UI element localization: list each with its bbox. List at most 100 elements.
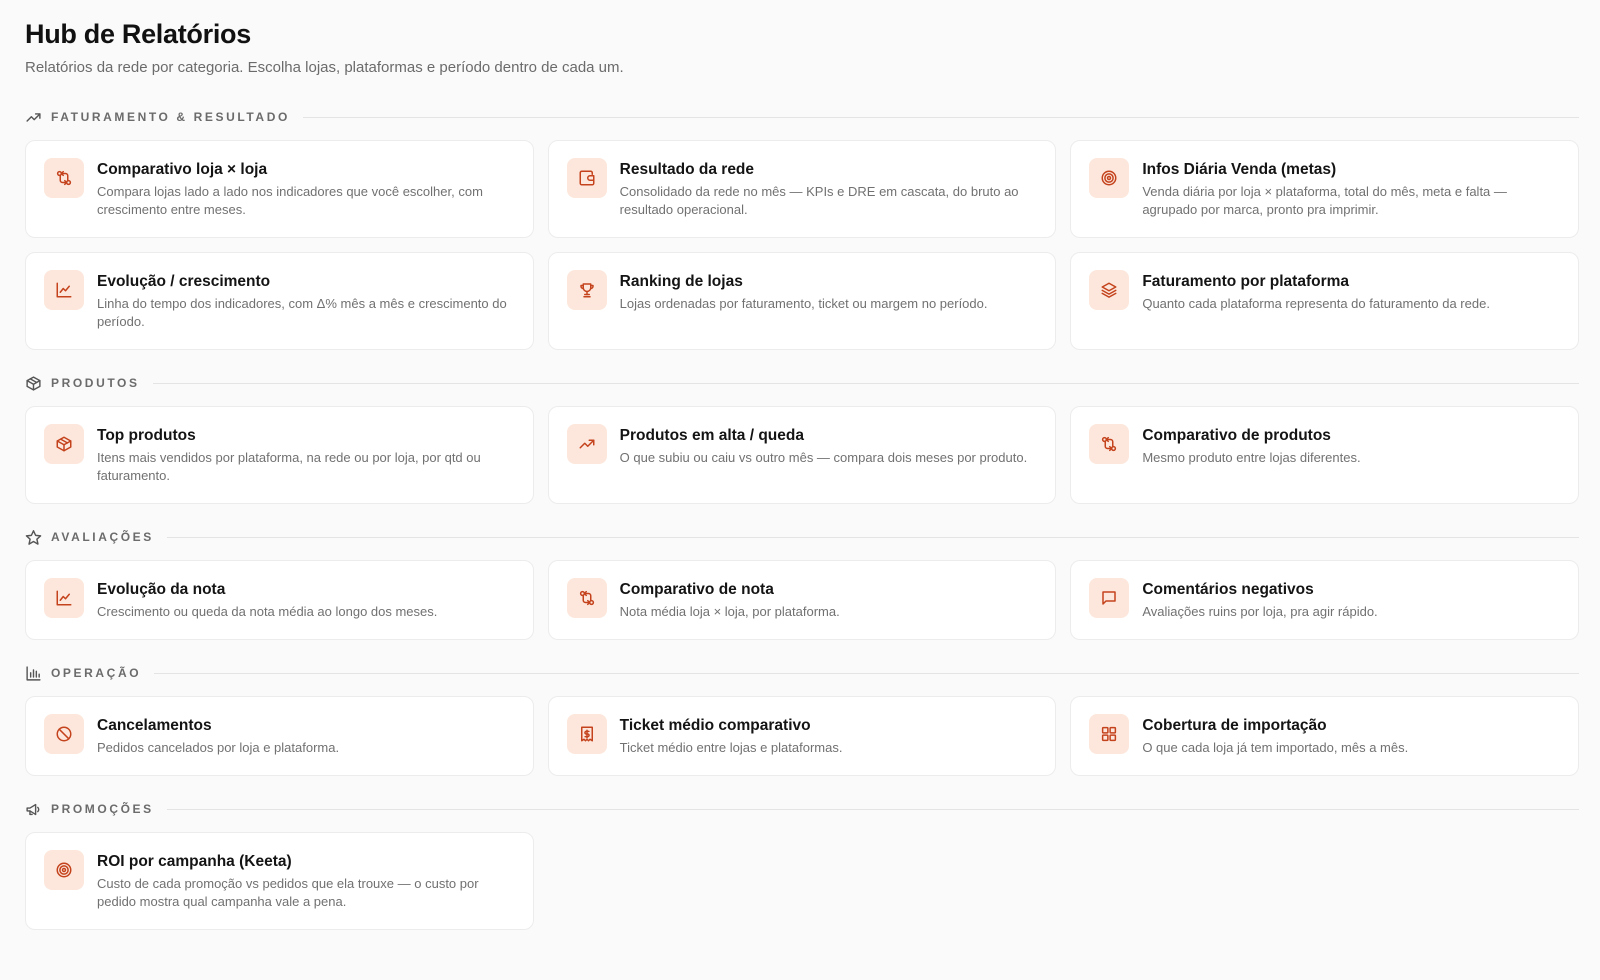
card-title: Ranking de lojas bbox=[619, 273, 743, 290]
card-description: Consolidado da rede no mês — KPIs e DRE … bbox=[619, 184, 1019, 217]
section-header: FATURAMENTO & RESULTADO bbox=[25, 108, 1579, 126]
report-card-cancelamentos[interactable]: Cancelamentos Pedidos cancelados por loja… bbox=[25, 696, 534, 776]
card-body: Faturamento por plataforma Quanto cada pl… bbox=[1142, 270, 1490, 313]
report-card-ranking-de-lojas[interactable]: Ranking de lojas Lojas ordenadas por fatu… bbox=[547, 252, 1057, 350]
trending-up-icon bbox=[566, 424, 607, 464]
section-faturamento-resultado: FATURAMENTO & RESULTADO Comparativo loja … bbox=[25, 108, 1579, 350]
report-sections: FATURAMENTO & RESULTADO Comparativo loja … bbox=[25, 108, 1579, 930]
card-description: Avaliações ruins por loja, pra agir rápi… bbox=[1142, 604, 1378, 619]
card-description: O que cada loja já tem importado, mês a … bbox=[1142, 740, 1409, 755]
card-body: Infos Diária Venda (metas) Venda diária p… bbox=[1142, 158, 1560, 219]
section-header: PRODUTOS bbox=[25, 374, 1579, 392]
section-divider bbox=[154, 672, 1579, 674]
report-card-comparativo-de-produtos[interactable]: Comparativo de produtos Mesmo produto ent… bbox=[1070, 406, 1579, 504]
card-title: Faturamento por plataforma bbox=[1142, 273, 1350, 290]
page-subtitle: Relatórios da rede por categoria. Escolh… bbox=[25, 59, 624, 76]
report-card-produtos-em-alta-queda[interactable]: Produtos em alta / queda O que subiu ou c… bbox=[547, 406, 1057, 504]
card-description: Pedidos cancelados por loja e plataforma… bbox=[97, 740, 340, 755]
card-title: Evolução da nota bbox=[97, 581, 226, 598]
section-avaliacoes: AVALIAÇÕES Evolução da nota Crescimento ou… bbox=[25, 528, 1579, 640]
report-card-faturamento-por-plataforma[interactable]: Faturamento por plataforma Quanto cada pl… bbox=[1070, 252, 1579, 350]
card-body: Comparativo loja × loja Compara lojas lad… bbox=[97, 158, 515, 219]
card-body: Comparativo de produtos Mesmo produto ent… bbox=[1142, 424, 1360, 467]
trophy-icon bbox=[566, 270, 607, 310]
page-title: Hub de Relatórios bbox=[25, 19, 251, 49]
card-body: Evolução da nota Crescimento ou queda da … bbox=[97, 578, 437, 621]
card-description: Lojas ordenadas por faturamento, ticket … bbox=[619, 296, 988, 311]
card-body: Cobertura de importação O que cada loja j… bbox=[1142, 714, 1408, 757]
card-title: ROI por campanha (Keeta) bbox=[97, 853, 292, 870]
report-card-grid: Evolução da nota Crescimento ou queda da … bbox=[25, 560, 1579, 640]
card-description: O que subiu ou caiu vs outro mês — compa… bbox=[619, 450, 1028, 465]
wallet-icon bbox=[566, 158, 607, 198]
section-header: AVALIAÇÕES bbox=[25, 528, 1579, 546]
card-body: Produtos em alta / queda O que subiu ou c… bbox=[620, 424, 1028, 467]
report-card-evolucao-da-nota[interactable]: Evolução da nota Crescimento ou queda da … bbox=[25, 560, 534, 640]
card-title: Evolução / crescimento bbox=[97, 273, 271, 290]
card-body: Cancelamentos Pedidos cancelados por loja… bbox=[97, 714, 339, 757]
report-card-evolucao-crescimento[interactable]: Evolução / crescimento Linha do tempo dos… bbox=[25, 252, 534, 350]
card-title: Top produtos bbox=[97, 427, 196, 444]
section-divider bbox=[152, 382, 1579, 384]
layers-icon bbox=[1089, 270, 1130, 310]
report-card-grid: ROI por campanha (Keeta) Custo de cada pr… bbox=[25, 832, 1579, 930]
ban-icon bbox=[44, 714, 84, 754]
report-card-comparativo-loja-loja[interactable]: Comparativo loja × loja Compara lojas lad… bbox=[25, 140, 534, 238]
report-card-infos-diaria-venda-metas[interactable]: Infos Diária Venda (metas) Venda diária p… bbox=[1070, 140, 1579, 238]
report-card-comparativo-de-nota[interactable]: Comparativo de nota Nota média loja × loj… bbox=[547, 560, 1057, 640]
trending-up-icon bbox=[25, 109, 42, 126]
message-icon bbox=[1089, 578, 1130, 618]
card-title: Comparativo de produtos bbox=[1142, 427, 1331, 444]
card-title: Ticket médio comparativo bbox=[619, 717, 811, 734]
bar-chart-icon bbox=[25, 665, 42, 682]
card-title: Produtos em alta / queda bbox=[619, 427, 804, 444]
card-body: Resultado da rede Consolidado da rede no … bbox=[620, 158, 1038, 219]
report-card-grid: Top produtos Itens mais vendidos por plat… bbox=[25, 406, 1579, 504]
section-divider bbox=[302, 116, 1579, 118]
target-icon bbox=[44, 850, 84, 890]
section-header: PROMOÇÕES bbox=[25, 800, 1579, 818]
section-label: PRODUTOS bbox=[51, 376, 140, 390]
section-header: OPERAÇÃO bbox=[25, 664, 1579, 682]
reports-hub-page: Hub de Relatórios Relatórios da rede por… bbox=[0, 0, 1600, 930]
card-body: Comentários negativos Avaliações ruins po… bbox=[1142, 578, 1377, 621]
target-icon bbox=[1089, 158, 1130, 198]
card-body: ROI por campanha (Keeta) Custo de cada pr… bbox=[97, 850, 515, 911]
card-body: Top produtos Itens mais vendidos por plat… bbox=[97, 424, 515, 485]
card-body: Ticket médio comparativo Ticket médio ent… bbox=[620, 714, 843, 757]
card-description: Quanto cada plataforma representa do fat… bbox=[1142, 296, 1490, 311]
grid-icon bbox=[1089, 714, 1130, 754]
report-card-top-produtos[interactable]: Top produtos Itens mais vendidos por plat… bbox=[25, 406, 534, 504]
card-body: Ranking de lojas Lojas ordenadas por fatu… bbox=[620, 270, 988, 313]
card-description: Mesmo produto entre lojas diferentes. bbox=[1142, 450, 1361, 465]
megaphone-icon bbox=[25, 801, 42, 818]
section-divider bbox=[166, 808, 1579, 810]
star-icon bbox=[25, 529, 42, 546]
card-title: Comentários negativos bbox=[1142, 581, 1314, 598]
arrows-compare-icon bbox=[1089, 424, 1130, 464]
card-description: Venda diária por loja × plataforma, tota… bbox=[1142, 184, 1507, 217]
card-description: Nota média loja × loja, por plataforma. bbox=[619, 604, 840, 619]
report-card-ticket-medio-comparativo[interactable]: Ticket médio comparativo Ticket médio ent… bbox=[547, 696, 1057, 776]
receipt-dollar-icon bbox=[566, 714, 607, 754]
line-chart-icon bbox=[44, 270, 84, 310]
card-description: Custo de cada promoção vs pedidos que el… bbox=[97, 876, 479, 909]
card-title: Comparativo de nota bbox=[619, 581, 774, 598]
section-produtos: PRODUTOS Top produtos Itens mais vendidos … bbox=[25, 374, 1579, 504]
card-title: Infos Diária Venda (metas) bbox=[1142, 161, 1337, 178]
arrows-compare-icon bbox=[566, 578, 607, 618]
report-card-cobertura-de-importacao[interactable]: Cobertura de importação O que cada loja j… bbox=[1070, 696, 1579, 776]
section-promocoes: PROMOÇÕES ROI por campanha (Keeta) Custo d… bbox=[25, 800, 1579, 930]
section-label: OPERAÇÃO bbox=[51, 666, 142, 680]
report-card-resultado-da-rede[interactable]: Resultado da rede Consolidado da rede no … bbox=[547, 140, 1057, 238]
box-icon bbox=[25, 375, 42, 392]
report-card-comentarios-negativos[interactable]: Comentários negativos Avaliações ruins po… bbox=[1070, 560, 1579, 640]
section-label: PROMOÇÕES bbox=[51, 802, 154, 816]
card-description: Itens mais vendidos por plataforma, na r… bbox=[97, 450, 481, 483]
report-card-grid: Comparativo loja × loja Compara lojas lad… bbox=[25, 140, 1579, 350]
card-description: Linha do tempo dos indicadores, com Δ% m… bbox=[97, 296, 507, 329]
card-title: Cancelamentos bbox=[97, 717, 212, 734]
box-icon bbox=[44, 424, 84, 464]
report-card-roi-por-campanha-keeta[interactable]: ROI por campanha (Keeta) Custo de cada pr… bbox=[25, 832, 534, 930]
arrows-compare-icon bbox=[44, 158, 84, 198]
